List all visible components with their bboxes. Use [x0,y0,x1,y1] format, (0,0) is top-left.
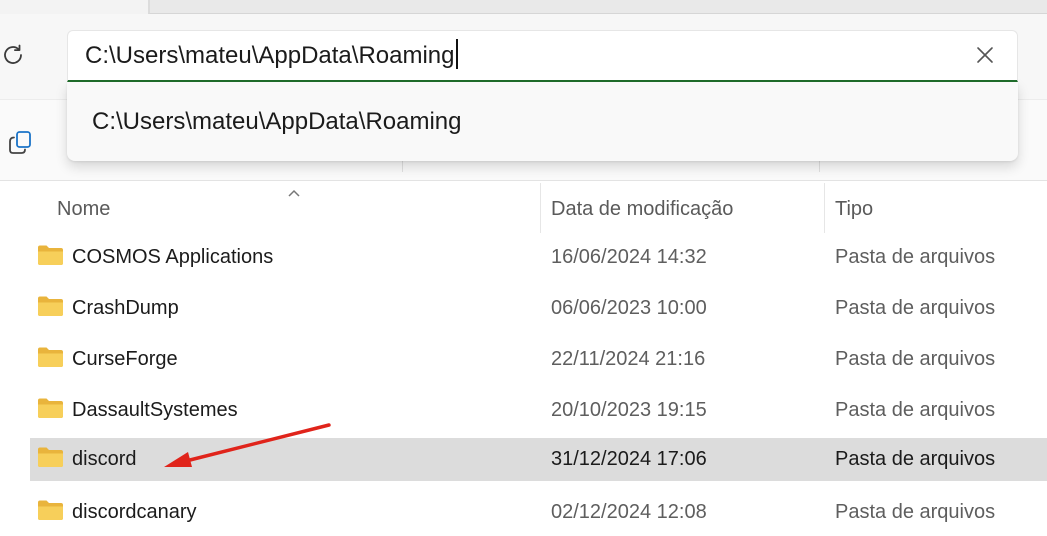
refresh-icon[interactable] [0,42,26,68]
file-date: 02/12/2024 12:08 [551,501,707,523]
address-suggestions-dropdown: C:\Users\mateu\AppData\Roaming [67,82,1018,161]
column-divider[interactable] [540,183,541,233]
folder-icon [37,346,64,368]
address-bar[interactable]: C:\Users\mateu\AppData\Roaming [67,30,1018,82]
file-type: Pasta de arquivos [835,297,996,319]
file-date: 20/10/2023 19:15 [551,399,707,421]
file-row[interactable]: DassaultSystemes 20/10/2023 19:15 Pasta … [30,389,1047,432]
file-type: Pasta de arquivos [835,246,996,268]
file-row-selected[interactable]: discord 31/12/2024 17:06 Pasta de arquiv… [30,438,1047,481]
column-divider[interactable] [824,183,825,233]
file-name: discord [72,448,137,470]
text-caret [455,39,458,69]
tab-bar[interactable] [148,0,1047,14]
folder-icon [37,397,64,419]
copy-icon[interactable] [6,128,34,156]
folder-icon [37,295,64,317]
file-type: Pasta de arquivos [835,348,996,370]
address-suggestion-item[interactable]: C:\Users\mateu\AppData\Roaming [92,104,462,140]
column-header-date[interactable]: Data de modificação [551,194,733,224]
file-row[interactable]: COSMOS Applications 16/06/2024 14:32 Pas… [30,236,1047,279]
file-explorer-window: Nome Data de modificação Tipo COSMOS App… [0,0,1047,536]
file-row[interactable]: CurseForge 22/11/2024 21:16 Pasta de arq… [30,338,1047,381]
folder-icon [37,446,64,468]
file-type: Pasta de arquivos [835,399,996,421]
tab-strip [0,0,1047,14]
address-input[interactable]: C:\Users\mateu\AppData\Roaming [85,39,458,73]
file-name: discordcanary [72,501,197,523]
file-type: Pasta de arquivos [835,448,996,470]
sort-ascending-icon [287,182,301,197]
folder-icon [37,499,64,521]
address-input-text: C:\Users\mateu\AppData\Roaming [85,42,455,69]
file-row[interactable]: CrashDump 06/06/2023 10:00 Pasta de arqu… [30,287,1047,330]
file-row[interactable]: discordcanary 02/12/2024 12:08 Pasta de … [30,491,1047,534]
folder-icon [37,244,64,266]
file-date: 16/06/2024 14:32 [551,246,707,268]
file-type: Pasta de arquivos [835,501,996,523]
file-name: COSMOS Applications [72,246,274,268]
file-name: CrashDump [72,297,179,319]
file-date: 06/06/2023 10:00 [551,297,707,319]
file-date: 31/12/2024 17:06 [551,448,707,470]
close-icon[interactable] [973,43,997,67]
column-header-name[interactable]: Nome [57,194,110,224]
file-name: CurseForge [72,348,178,370]
column-header-type[interactable]: Tipo [835,194,873,224]
file-name: DassaultSystemes [72,399,238,421]
file-date: 22/11/2024 21:16 [551,348,706,370]
